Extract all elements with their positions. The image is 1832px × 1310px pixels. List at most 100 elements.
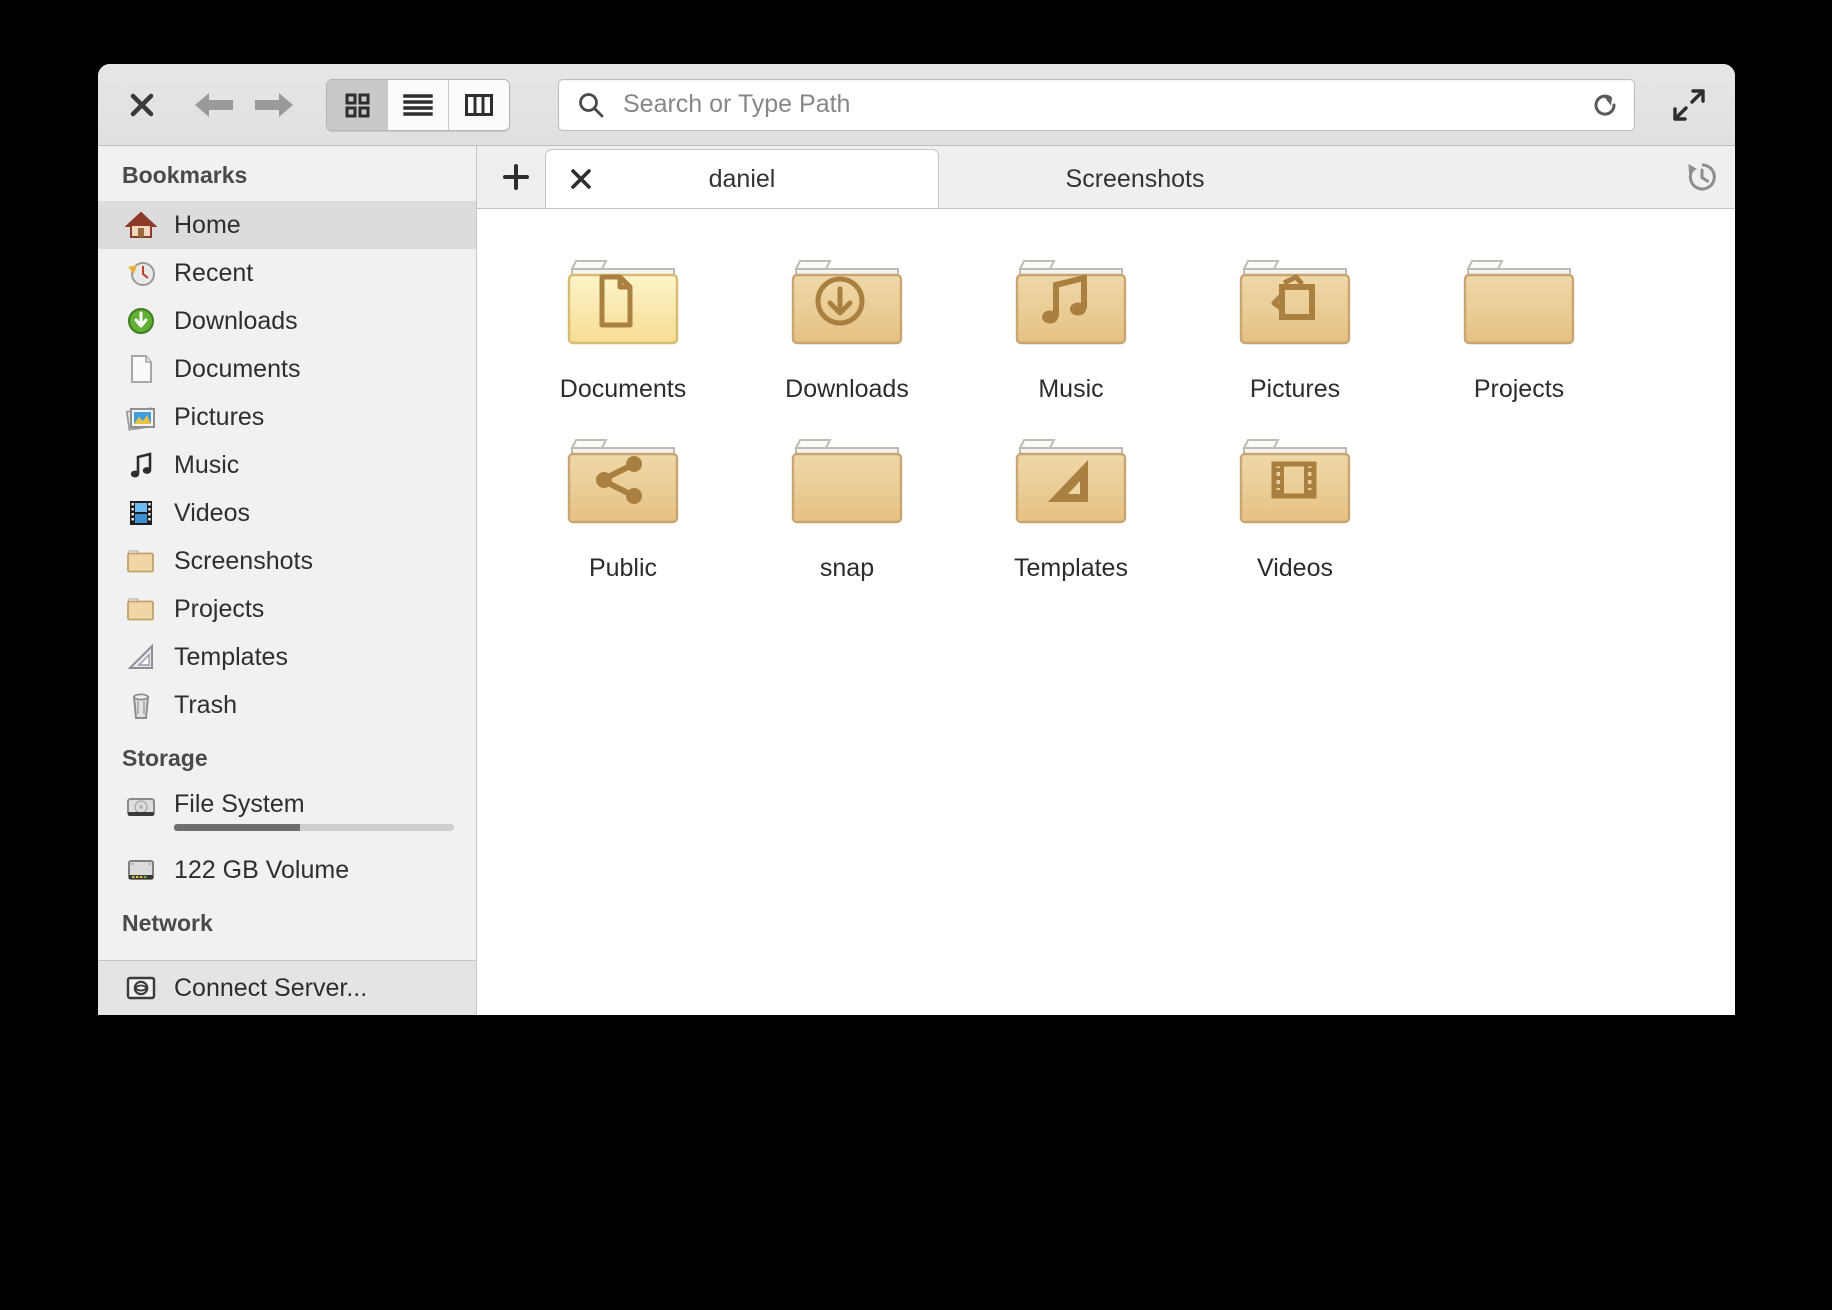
folder-icon	[124, 544, 158, 578]
new-tab-button[interactable]	[487, 146, 545, 208]
sidebar-sections: Bookmarks Home Recent Downloads Documents Pic…	[98, 146, 476, 960]
file-item[interactable]: Documents	[511, 243, 735, 422]
file-item[interactable]: Music	[959, 243, 1183, 422]
file-name: Downloads	[785, 375, 909, 403]
list-view-button[interactable]	[388, 79, 449, 130]
ruler-icon	[124, 640, 158, 674]
folder-icon	[1010, 251, 1132, 355]
hard-drive-icon	[124, 790, 158, 824]
sidebar-item-trash[interactable]: Trash	[98, 681, 476, 729]
folder-icon	[562, 251, 684, 355]
sidebar-item-music[interactable]: Music	[98, 441, 476, 489]
sidebar-item-label: Documents	[174, 354, 301, 383]
tab-list: daniel Screenshots	[545, 149, 1331, 208]
grid-view-icon	[345, 93, 370, 117]
tab-label: Screenshots	[1065, 164, 1205, 193]
downloads-icon	[124, 304, 158, 338]
sidebar-item-label: File System	[174, 790, 305, 818]
history-button[interactable]	[1669, 146, 1735, 208]
close-window-button[interactable]	[116, 79, 168, 131]
folder-icon	[562, 430, 684, 534]
sidebar-item-label: Screenshots	[174, 546, 313, 575]
tab-bar: daniel Screenshots	[477, 146, 1735, 209]
back-button[interactable]	[186, 79, 244, 131]
main-area: daniel Screenshots Documents Downloads Musi…	[477, 146, 1735, 1015]
folder-icon	[786, 251, 908, 355]
sidebar-item-label: Trash	[174, 690, 237, 719]
sidebar-item-recent[interactable]: Recent	[98, 249, 476, 297]
tab-close-icon[interactable]	[568, 166, 594, 192]
folder-icon	[1458, 251, 1580, 355]
trash-icon	[124, 688, 158, 722]
sidebar-section-header: Storage	[122, 745, 208, 771]
file-name: Projects	[1473, 375, 1565, 403]
file-item[interactable]: Public	[511, 422, 735, 601]
sidebar-item-templates[interactable]: Templates	[98, 633, 476, 681]
sidebar-item-videos[interactable]: Videos	[98, 489, 476, 537]
connect-server-button[interactable]: Connect Server...	[98, 960, 476, 1015]
storage-usage-bar	[174, 824, 454, 831]
sidebar-item-label: 122 GB Volume	[174, 855, 350, 884]
file-name: Documents	[559, 375, 687, 403]
search-input[interactable]	[621, 89, 1590, 120]
file-name: Templates	[1014, 554, 1128, 582]
sidebar-item-label: Templates	[174, 642, 288, 671]
tab-label: daniel	[708, 164, 776, 193]
grid-view-button[interactable]	[327, 79, 388, 130]
close-icon	[130, 93, 154, 116]
folder-icon	[1234, 251, 1356, 355]
tab-screenshots[interactable]: Screenshots	[939, 150, 1331, 208]
file-item[interactable]: Videos	[1183, 422, 1407, 601]
sidebar-item-documents[interactable]: Documents	[98, 345, 476, 393]
window-body: Bookmarks Home Recent Downloads Documents Pic…	[98, 146, 1735, 1015]
column-view-button[interactable]	[449, 79, 509, 130]
folder-icon	[786, 430, 908, 534]
expand-arrows-icon	[1673, 88, 1705, 121]
sidebar: Bookmarks Home Recent Downloads Documents Pic…	[98, 146, 477, 1015]
sidebar-item-home[interactable]: Home	[98, 201, 476, 249]
volume-drive-icon	[124, 853, 158, 887]
sidebar-item-projects[interactable]: Projects	[98, 585, 476, 633]
column-view-icon	[465, 93, 493, 116]
storage-info: File System	[174, 790, 476, 831]
sidebar-section-header: Network	[122, 910, 213, 936]
tab-daniel[interactable]: daniel	[545, 149, 939, 208]
toolbar	[98, 64, 1735, 146]
sidebar-section-header: Bookmarks	[122, 162, 248, 188]
network-globe-icon	[124, 956, 158, 960]
storage-usage-fill	[174, 824, 300, 831]
sidebar-item-label: Music	[174, 450, 240, 479]
plus-icon	[503, 164, 529, 190]
folder-icon	[124, 592, 158, 626]
file-name: Videos	[1257, 554, 1333, 582]
pictures-icon	[124, 400, 158, 434]
sidebar-item-file-system[interactable]: File System	[98, 784, 476, 846]
arrow-right-icon	[255, 92, 293, 117]
sidebar-item-122-gb-volume[interactable]: 122 GB Volume	[98, 846, 476, 894]
search-bar[interactable]	[558, 78, 1635, 131]
reload-icon[interactable]	[1590, 90, 1620, 120]
file-grid: Documents Downloads Music Pictures Projects P…	[511, 243, 1735, 601]
film-strip-icon	[124, 496, 158, 530]
sidebar-item-label: Projects	[174, 594, 265, 623]
file-item[interactable]: snap	[735, 422, 959, 601]
sidebar-item-downloads[interactable]: Downloads	[98, 297, 476, 345]
document-icon	[124, 352, 158, 386]
file-item[interactable]: Pictures	[1183, 243, 1407, 422]
file-item[interactable]: Downloads	[735, 243, 959, 422]
file-name: Public	[588, 554, 658, 582]
recent-clock-icon	[124, 256, 158, 290]
sidebar-item-label: Downloads	[174, 306, 298, 335]
folder-icon	[1010, 430, 1132, 534]
sidebar-item-label: Recent	[174, 258, 254, 287]
view-mode-group	[326, 78, 510, 131]
maximize-button[interactable]	[1661, 79, 1717, 131]
file-list-area: Documents Downloads Music Pictures Projects P…	[477, 209, 1735, 1015]
sidebar-item-screenshots[interactable]: Screenshots	[98, 537, 476, 585]
file-item[interactable]: Projects	[1407, 243, 1631, 422]
forward-button[interactable]	[244, 79, 302, 131]
sidebar-item-entire-network[interactable]: Entire Network	[98, 949, 476, 961]
file-item[interactable]: Templates	[959, 422, 1183, 601]
sidebar-item-pictures[interactable]: Pictures	[98, 393, 476, 441]
sidebar-item-label: Videos	[174, 498, 250, 527]
